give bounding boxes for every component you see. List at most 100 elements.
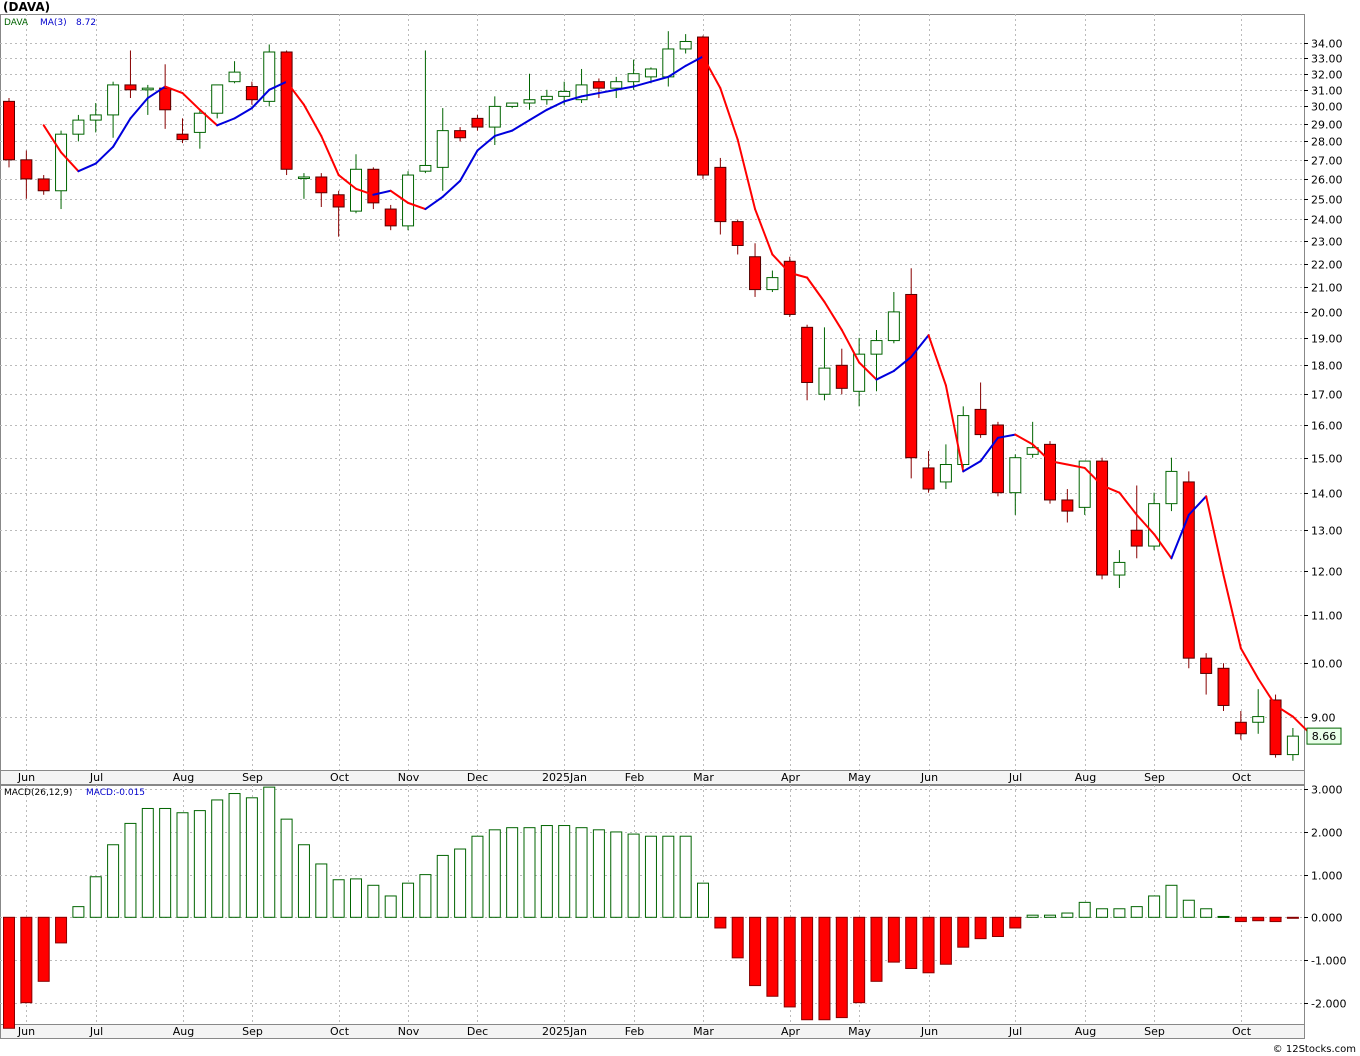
price-y-tick-label: 26.00 [1311, 174, 1343, 187]
price-y-tick-label: 25.00 [1311, 194, 1343, 207]
candle-up [887, 311, 900, 342]
macd-bar-positive [72, 906, 85, 918]
candle-up [644, 68, 657, 78]
price-y-tick-label: 30.00 [1311, 101, 1343, 114]
candle-down [20, 159, 33, 180]
candle-up [627, 73, 640, 83]
macd-bar-negative [974, 916, 987, 940]
macd-month-label: May [848, 1025, 871, 1038]
candle-up [107, 84, 120, 116]
legend-ma-value: 8.72 [76, 18, 96, 28]
price-month-label: Jun [17, 771, 35, 784]
macd-bar-positive [280, 818, 293, 918]
candle-down [124, 84, 137, 91]
candle-down [731, 221, 744, 246]
macd-bar-positive [402, 882, 415, 918]
last-price-label: 8.66 [1312, 730, 1337, 743]
macd-y-tick-label: 1.000 [1311, 870, 1343, 883]
candle-down [159, 87, 172, 111]
candle-down [592, 81, 605, 89]
price-y-tick-label: 14.00 [1311, 488, 1343, 501]
price-y-tick-label: 10.00 [1311, 658, 1343, 671]
watermark: © 12Stocks.com [1273, 1044, 1356, 1055]
macd-month-label: Jul [1008, 1025, 1022, 1038]
macd-bar-positive [332, 879, 345, 918]
macd-month-label: Sep [242, 1025, 263, 1038]
macd-bar-negative [783, 916, 796, 1008]
price-month-label: Sep [1144, 771, 1165, 784]
price-month-label: Aug [173, 771, 194, 784]
price-y-tick-label: 17.00 [1311, 389, 1343, 402]
macd-month-label: Mar [693, 1025, 714, 1038]
candle-down [315, 176, 328, 194]
macd-date-axis [0, 1024, 1305, 1039]
candle-down [1044, 443, 1056, 501]
macd-bar-positive [297, 844, 310, 918]
candle-down [991, 424, 1004, 494]
macd-bar-positive [592, 829, 605, 918]
macd-bar-positive [350, 878, 362, 918]
candle-down [454, 130, 467, 139]
candle-up [1113, 561, 1126, 576]
candle-up [523, 99, 536, 104]
macd-bar-positive [1217, 915, 1230, 918]
price-y-tick-label: 29.00 [1311, 119, 1343, 132]
macd-bar-positive [1061, 912, 1074, 918]
price-y-tick-label: 21.00 [1311, 282, 1343, 295]
macd-bar-positive [454, 848, 467, 918]
macd-month-label: Jun [920, 1025, 938, 1038]
macd-bar-negative [818, 916, 831, 1021]
macd-bar-positive [384, 895, 397, 918]
candle-up [679, 40, 692, 50]
candle-down [176, 133, 189, 141]
macd-bar-positive [1026, 914, 1039, 918]
price-y-tick-label: 34.00 [1311, 38, 1343, 51]
macd-bar-positive [89, 876, 102, 918]
macd-bar-positive [506, 827, 519, 918]
candle-up [1009, 457, 1022, 494]
macd-month-label: Oct [1232, 1025, 1252, 1038]
macd-bar-positive [523, 827, 536, 918]
macd-month-label: Oct [330, 1025, 350, 1038]
candle-down [280, 51, 293, 170]
price-month-label: May [848, 771, 871, 784]
macd-bar-negative [887, 916, 900, 963]
macd-bar-positive [1165, 884, 1178, 918]
macd-bar-positive [644, 835, 657, 918]
macd-bar-negative [922, 916, 935, 974]
price-month-label: Jul [89, 771, 103, 784]
candle-up [939, 464, 952, 483]
candle-up [1165, 470, 1178, 505]
candle-down [1234, 721, 1247, 735]
candle-up [141, 87, 154, 91]
macd-bar-negative [749, 916, 762, 987]
macd-bar-positive [471, 835, 484, 918]
macd-bar-positive [107, 844, 120, 918]
macd-bar-negative [1286, 916, 1299, 919]
macd-bar-positive [1148, 895, 1161, 918]
price-y-tick-label: 18.00 [1311, 360, 1343, 373]
candle-down [37, 178, 50, 192]
macd-bar-positive [315, 863, 328, 918]
candle-down [974, 408, 987, 436]
candle-up [228, 71, 241, 83]
price-y-tick-label: 20.00 [1311, 307, 1343, 320]
macd-bar-positive [1200, 908, 1213, 918]
macd-bar-positive [124, 822, 137, 918]
macd-bar-negative [870, 916, 883, 982]
macd-bar-positive [558, 825, 571, 918]
candle-down [1200, 657, 1213, 674]
macd-bar-negative [714, 916, 727, 929]
macd-bar-positive [263, 786, 276, 918]
macd-bar-negative [939, 916, 952, 965]
macd-bar-positive [697, 882, 709, 918]
macd-bar-negative [1234, 916, 1247, 923]
macd-bar-negative [991, 916, 1004, 938]
candle-down [714, 166, 727, 223]
macd-bar-positive [228, 793, 241, 918]
candle-down [3, 100, 15, 161]
candle-up [818, 367, 831, 395]
price-month-label: Oct [330, 771, 350, 784]
price-month-label: 2025Jan [542, 771, 587, 784]
macd-bar-negative [905, 916, 918, 970]
